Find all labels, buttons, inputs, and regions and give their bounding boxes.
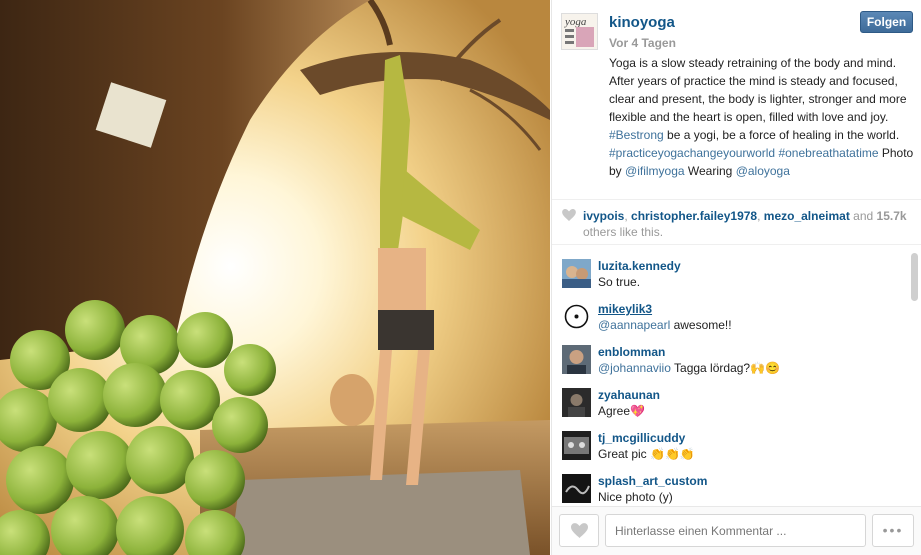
comment-text: So true. bbox=[598, 275, 641, 289]
comment-input[interactable] bbox=[605, 514, 866, 547]
liker-link[interactable]: ivypois bbox=[583, 209, 624, 223]
commenter-avatar[interactable] bbox=[562, 345, 591, 374]
comment-item: luzita.kennedy So true. bbox=[552, 259, 902, 301]
likes-count[interactable]: 15.7k bbox=[877, 209, 907, 223]
post-username[interactable]: kinoyoga bbox=[609, 14, 675, 31]
user-avatar[interactable]: yoga bbox=[561, 13, 598, 50]
comment-text: @johannaviio Tagga lördag?🙌😊 bbox=[598, 361, 780, 375]
comment-item: splash_art_custom Nice photo (y) bbox=[552, 474, 902, 506]
comment-username[interactable]: splash_art_custom bbox=[598, 474, 707, 488]
commenter-avatar[interactable] bbox=[562, 259, 591, 288]
hashtag-link[interactable]: #onebreathatatime bbox=[778, 146, 878, 160]
separator: , bbox=[757, 209, 764, 223]
comment-text: @aannapearl awesome!! bbox=[598, 318, 732, 332]
liker-link[interactable]: christopher.failey1978 bbox=[631, 209, 757, 223]
liker-link[interactable]: mezo_alneimat bbox=[764, 209, 850, 223]
comment-body: Tagga lördag?🙌😊 bbox=[670, 361, 780, 375]
comment-username[interactable]: enblomman bbox=[598, 345, 665, 359]
comment-item: zyahaunan Agree💖 bbox=[552, 388, 902, 430]
comment-item: tj_mcgillicuddy Great pic 👏👏👏 bbox=[552, 431, 902, 473]
likes-summary: ivypois, christopher.failey1978, mezo_al… bbox=[552, 199, 921, 243]
follow-button[interactable]: Folgen bbox=[860, 11, 913, 33]
and-label: and bbox=[849, 209, 877, 223]
caption-text: Yoga is a slow steady retraining of the … bbox=[609, 56, 907, 124]
post-caption: Yoga is a slow steady retraining of the … bbox=[609, 54, 914, 180]
post-sidebar: yoga kinoyoga Vor 4 Tagen Folgen Yoga is… bbox=[551, 0, 921, 555]
comment-text: Great pic 👏👏👏 bbox=[598, 447, 695, 461]
comment-username[interactable]: mikeylik3 bbox=[598, 302, 652, 316]
comment-username[interactable]: luzita.kennedy bbox=[598, 259, 681, 273]
yoga-magazine-icon: yoga bbox=[562, 14, 597, 49]
caption-text: Wearing bbox=[684, 164, 736, 178]
comment-text: Agree💖 bbox=[598, 404, 645, 418]
yoga-handstand-photo bbox=[0, 0, 550, 555]
mention-link[interactable]: @aloyoga bbox=[736, 164, 790, 178]
hashtag-link[interactable]: #Bestrong bbox=[609, 128, 664, 142]
svg-text:yoga: yoga bbox=[564, 16, 587, 28]
commenter-avatar[interactable] bbox=[562, 474, 591, 503]
mention-link[interactable]: @aannapearl bbox=[598, 318, 670, 332]
like-button[interactable] bbox=[559, 514, 599, 547]
hashtag-link[interactable]: #practiceyogachangeyourworld bbox=[609, 146, 775, 160]
post-photo[interactable] bbox=[0, 0, 550, 555]
mention-link[interactable]: @johannaviio bbox=[598, 361, 671, 375]
more-options-button[interactable]: ••• bbox=[872, 514, 914, 547]
comment-footer: ••• bbox=[552, 506, 921, 555]
likes-text: ivypois, christopher.failey1978, mezo_al… bbox=[583, 208, 913, 240]
post-header: yoga kinoyoga Vor 4 Tagen Folgen Yoga is… bbox=[552, 0, 921, 200]
comment-item: enblomman @johannaviio Tagga lördag?🙌😊 bbox=[552, 345, 902, 387]
mention-link[interactable]: @ifilmyoga bbox=[625, 164, 685, 178]
commenter-avatar[interactable] bbox=[562, 302, 591, 331]
comments-list[interactable]: luzita.kennedy So true. mikeylik3 @aanna… bbox=[552, 244, 921, 506]
commenter-avatar[interactable] bbox=[562, 431, 591, 460]
comment-body: awesome!! bbox=[670, 318, 732, 332]
post-timestamp[interactable]: Vor 4 Tagen bbox=[609, 36, 676, 50]
comment-username[interactable]: zyahaunan bbox=[598, 388, 660, 402]
post-modal: yoga kinoyoga Vor 4 Tagen Folgen Yoga is… bbox=[0, 0, 921, 555]
heart-icon bbox=[562, 209, 576, 221]
commenter-avatar[interactable] bbox=[562, 388, 591, 417]
likes-suffix: others like this. bbox=[583, 225, 664, 239]
comment-text: Nice photo (y) bbox=[598, 490, 673, 504]
heart-icon bbox=[571, 523, 588, 538]
comment-item: mikeylik3 @aannapearl awesome!! bbox=[552, 302, 902, 344]
comment-username[interactable]: tj_mcgillicuddy bbox=[598, 431, 685, 445]
comments-scrollbar[interactable] bbox=[911, 253, 918, 301]
caption-text: be a yogi, be a force of healing in the … bbox=[663, 128, 900, 142]
